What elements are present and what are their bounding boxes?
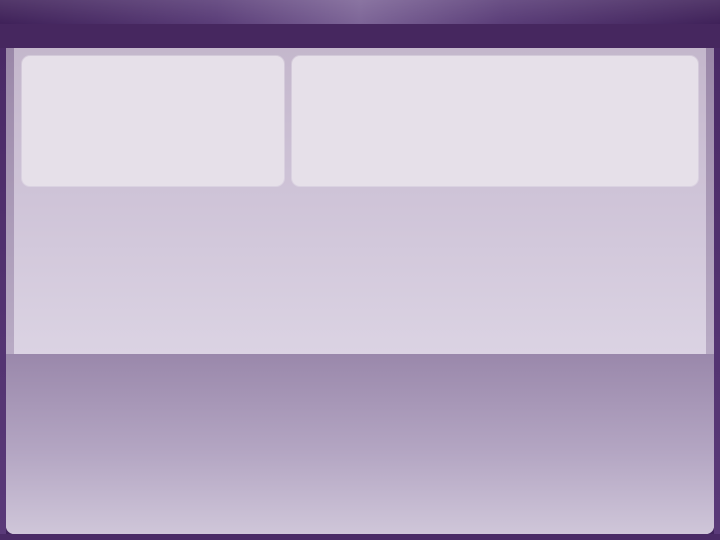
lower-content-area [6, 354, 714, 534]
title-bar[interactable] [0, 0, 720, 48]
window-right-edge [714, 48, 720, 540]
title-bar-band [0, 24, 720, 48]
title-bar-sheen [0, 0, 720, 24]
left-card-panel [22, 56, 284, 186]
window-bottom-edge [0, 534, 720, 540]
application-window [0, 0, 720, 540]
right-card-panel [292, 56, 698, 186]
